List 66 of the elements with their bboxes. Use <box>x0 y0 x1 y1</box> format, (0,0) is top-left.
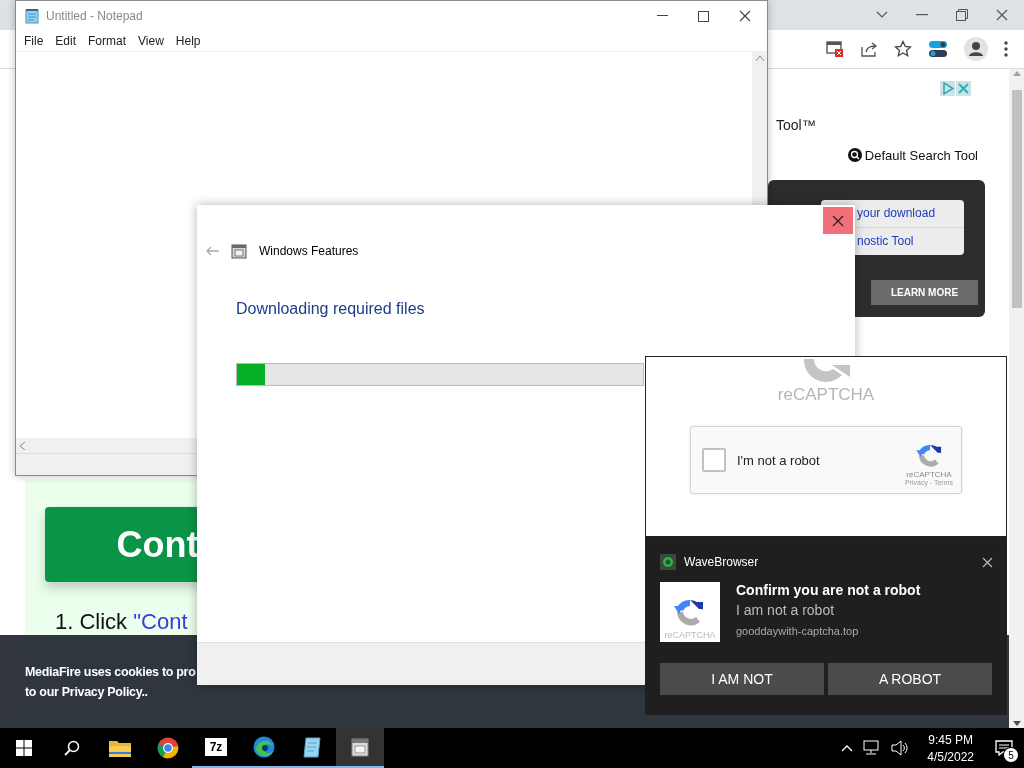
close-button[interactable] <box>823 207 853 234</box>
checkbox[interactable] <box>702 448 726 472</box>
share-icon[interactable] <box>860 41 878 57</box>
maximize-icon[interactable] <box>698 10 709 22</box>
notification-center-button[interactable]: 5 <box>992 736 1016 760</box>
checkbox-label: I'm not a robot <box>737 452 821 468</box>
search-icon <box>64 740 80 756</box>
network-icon[interactable] <box>863 740 882 756</box>
recaptcha-badge-text: reCAPTCHA <box>906 470 952 479</box>
scroll-up-icon[interactable] <box>755 56 764 61</box>
notepad-icon <box>24 8 40 24</box>
notification-message: I am not a robot <box>736 602 836 618</box>
menu-item[interactable]: File <box>18 34 50 48</box>
toggle-icon[interactable] <box>928 40 948 58</box>
notification-source: gooddaywith-captcha.top <box>736 625 860 637</box>
search-icon <box>847 148 862 162</box>
scroll-left-icon[interactable] <box>20 441 25 450</box>
step-link[interactable]: "Cont <box>133 609 188 634</box>
scroll-down-icon[interactable] <box>1012 721 1021 726</box>
menu-item[interactable]: View <box>132 34 170 48</box>
close-icon[interactable] <box>996 9 1008 21</box>
app-name: WaveBrowser <box>684 555 760 569</box>
star-icon[interactable] <box>894 40 912 58</box>
ad-search-text: Default Search Tool <box>864 147 978 163</box>
recaptcha-text: reCAPTCHA <box>777 385 875 405</box>
scrollbar-thumb[interactable] <box>1011 90 1022 308</box>
notification-count: 5 <box>1003 747 1019 763</box>
browser-icon <box>157 737 179 759</box>
clock-time[interactable]: 9:45 PM <box>928 732 973 747</box>
notification-button[interactable]: A ROBOT <box>828 663 992 695</box>
menu-icon[interactable] <box>1004 41 1008 57</box>
app-icon <box>660 554 676 570</box>
recaptcha-logo-icon <box>802 359 850 383</box>
menu-item[interactable]: Help <box>169 34 207 48</box>
windows-logo-icon <box>16 740 32 756</box>
close-icon <box>832 214 844 227</box>
menu-item[interactable]: Format <box>82 34 133 48</box>
chevron-down-icon[interactable] <box>876 11 888 19</box>
menu-item[interactable]: Edit <box>49 34 83 48</box>
caret-up-icon[interactable] <box>841 744 854 752</box>
volume-icon[interactable] <box>891 740 910 756</box>
learn-more-button[interactable]: LEARN MORE <box>871 280 978 305</box>
dialog-title: Windows Features <box>259 244 359 258</box>
ad-title: Tool™ <box>776 117 817 133</box>
close-icon[interactable] <box>739 10 751 22</box>
notification-title: Confirm you are not a robot <box>736 582 921 598</box>
scrollbar[interactable] <box>1009 69 1024 728</box>
image-caption: reCAPTCHA <box>664 630 716 640</box>
notification-button[interactable]: I AM NOT <box>660 663 824 695</box>
restore-icon[interactable] <box>956 9 968 21</box>
swirl-icon <box>253 736 275 758</box>
minimize-icon[interactable] <box>657 15 668 17</box>
dialog-heading: Downloading required files <box>236 300 426 318</box>
popup-blocked-icon[interactable] <box>826 41 844 57</box>
folder-icon <box>108 738 132 758</box>
taskbar-app[interactable] <box>336 728 384 768</box>
profile-icon[interactable] <box>964 37 988 61</box>
close-icon[interactable] <box>982 556 993 568</box>
features-icon <box>231 243 247 259</box>
cookie-text: to our Privacy Policy.. <box>25 684 149 699</box>
minimize-icon[interactable] <box>916 14 928 16</box>
taskbar-app[interactable]: 7z <box>192 728 240 768</box>
window-title: Untitled - Notepad <box>46 9 144 23</box>
features-icon <box>349 736 371 758</box>
notepad-icon <box>302 736 322 758</box>
clock-date[interactable]: 4/5/2022 <box>927 749 974 764</box>
